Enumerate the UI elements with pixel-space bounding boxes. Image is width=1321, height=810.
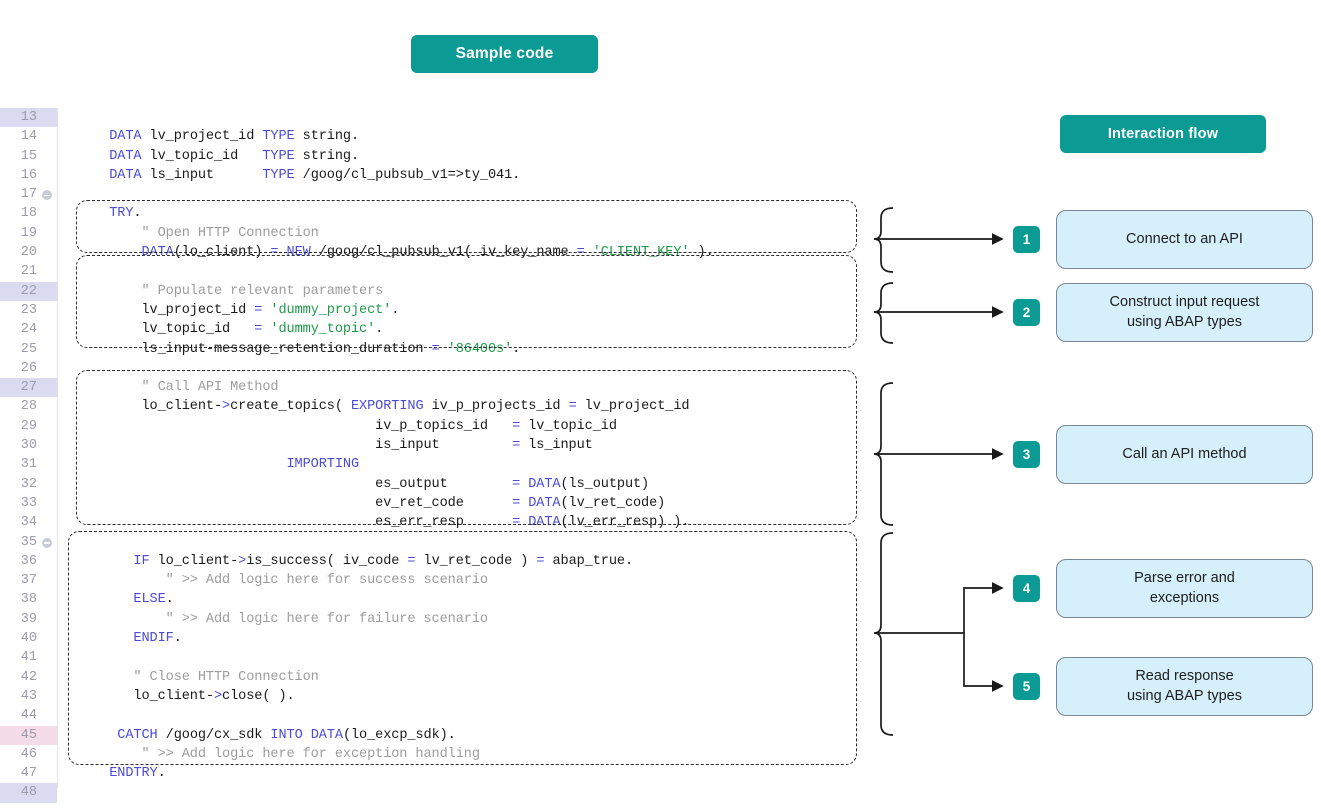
line-number-48: 48: [0, 783, 57, 802]
step-chip-5[interactable]: 5: [1013, 673, 1040, 700]
code-line: " >> Add logic here for success scenario: [57, 571, 900, 590]
line-number-22: 22: [0, 282, 57, 301]
line-number-25: 25: [0, 340, 57, 359]
line-number-19: 19: [0, 224, 57, 243]
line-number-41: 41: [0, 648, 57, 667]
line-number-gutter: 1314151617181920212223242526272829303132…: [0, 108, 58, 788]
code-line: lv_project_id = 'dummy_project'.: [57, 301, 900, 320]
code-line: iv_p_topics_id = lv_topic_id: [57, 417, 900, 436]
line-number-37: 37: [0, 571, 57, 590]
code-line: lo_client->create_topics( EXPORTING iv_p…: [57, 397, 900, 416]
code-content-area: DATA lv_project_id TYPE string. DATA lv_…: [57, 108, 900, 788]
code-line: " >> Add logic here for exception handli…: [57, 745, 900, 764]
code-line: [57, 185, 900, 204]
code-line: ELSE.: [57, 590, 900, 609]
code-line: [57, 108, 900, 127]
code-line: " Call API Method: [57, 378, 900, 397]
line-number-29: 29: [0, 417, 57, 436]
line-number-15: 15: [0, 147, 57, 166]
flow-box-connect-to-api[interactable]: Connect to an API: [1056, 210, 1313, 269]
code-line: [57, 262, 900, 281]
code-line: DATA lv_topic_id TYPE string.: [57, 147, 900, 166]
line-number-35: 35: [0, 533, 57, 552]
code-line: es_output = DATA(ls_output): [57, 475, 900, 494]
line-number-44: 44: [0, 706, 57, 725]
line-number-38: 38: [0, 590, 57, 609]
code-line: [57, 706, 900, 725]
flow-box-call-api-method[interactable]: Call an API method: [1056, 425, 1313, 484]
branch-to-4: [964, 588, 1002, 633]
code-line: " Open HTTP Connection: [57, 224, 900, 243]
line-number-33: 33: [0, 494, 57, 513]
line-number-16: 16: [0, 166, 57, 185]
code-line: IF lo_client->is_success( iv_code = lv_r…: [57, 552, 900, 571]
code-line: is_input = ls_input: [57, 436, 900, 455]
flow-box-construct-input[interactable]: Construct input requestusing ABAP types: [1056, 283, 1313, 342]
code-line: [57, 648, 900, 667]
code-line: [57, 359, 900, 378]
step-chip-2[interactable]: 2: [1013, 299, 1040, 326]
code-line: ls_input-message_retention_duration = '8…: [57, 340, 900, 359]
line-number-14: 14: [0, 127, 57, 146]
line-number-36: 36: [0, 552, 57, 571]
code-line: IMPORTING: [57, 455, 900, 474]
line-number-42: 42: [0, 668, 57, 687]
sample-code-title-badge: Sample code: [411, 35, 598, 73]
code-editor-panel: 1314151617181920212223242526272829303132…: [0, 108, 900, 788]
line-number-31: 31: [0, 455, 57, 474]
code-line: " Populate relevant parameters: [57, 282, 900, 301]
line-number-24: 24: [0, 320, 57, 339]
line-number-13: 13: [0, 108, 57, 127]
interaction-flow-title-badge: Interaction flow: [1060, 115, 1266, 153]
line-number-27: 27: [0, 378, 57, 397]
line-number-21: 21: [0, 262, 57, 281]
flow-box-parse-error[interactable]: Parse error andexceptions: [1056, 559, 1313, 618]
line-number-39: 39: [0, 610, 57, 629]
step-chip-1[interactable]: 1: [1013, 226, 1040, 253]
code-fold-collapse-icon[interactable]: [42, 538, 52, 548]
code-line: CATCH /goog/cx_sdk INTO DATA(lo_excp_sdk…: [57, 726, 900, 745]
code-line: DATA ls_input TYPE /goog/cl_pubsub_v1=>t…: [57, 166, 900, 185]
line-number-17: 17: [0, 185, 57, 204]
code-line: DATA lv_project_id TYPE string.: [57, 127, 900, 146]
code-line: ENDTRY.: [57, 764, 900, 783]
line-number-20: 20: [0, 243, 57, 262]
line-number-30: 30: [0, 436, 57, 455]
line-number-32: 32: [0, 475, 57, 494]
code-line: ev_ret_code = DATA(lv_ret_code): [57, 494, 900, 513]
line-number-18: 18: [0, 204, 57, 223]
code-line: lv_topic_id = 'dummy_topic'.: [57, 320, 900, 339]
flow-box-read-response[interactable]: Read responseusing ABAP types: [1056, 657, 1313, 716]
line-number-23: 23: [0, 301, 57, 320]
line-number-28: 28: [0, 397, 57, 416]
line-number-45: 45: [0, 726, 57, 745]
code-line: " Close HTTP Connection: [57, 668, 900, 687]
code-line: DATA(lo_client) = NEW /goog/cl_pubsub_v1…: [57, 243, 900, 262]
line-number-26: 26: [0, 359, 57, 378]
code-line: " >> Add logic here for failure scenario: [57, 610, 900, 629]
code-line: TRY.: [57, 204, 900, 223]
line-number-46: 46: [0, 745, 57, 764]
step-chip-4[interactable]: 4: [1013, 575, 1040, 602]
code-line: [57, 783, 900, 802]
branch-to-5: [964, 633, 1002, 686]
code-line: [57, 533, 900, 552]
code-line: ENDIF.: [57, 629, 900, 648]
line-number-34: 34: [0, 513, 57, 532]
code-line: lo_client->close( ).: [57, 687, 900, 706]
code-fold-collapse-icon[interactable]: [42, 190, 52, 200]
line-number-47: 47: [0, 764, 57, 783]
code-line: es_err_resp = DATA(lv_err_resp) ).: [57, 513, 900, 532]
line-number-43: 43: [0, 687, 57, 706]
step-chip-3[interactable]: 3: [1013, 441, 1040, 468]
line-number-40: 40: [0, 629, 57, 648]
